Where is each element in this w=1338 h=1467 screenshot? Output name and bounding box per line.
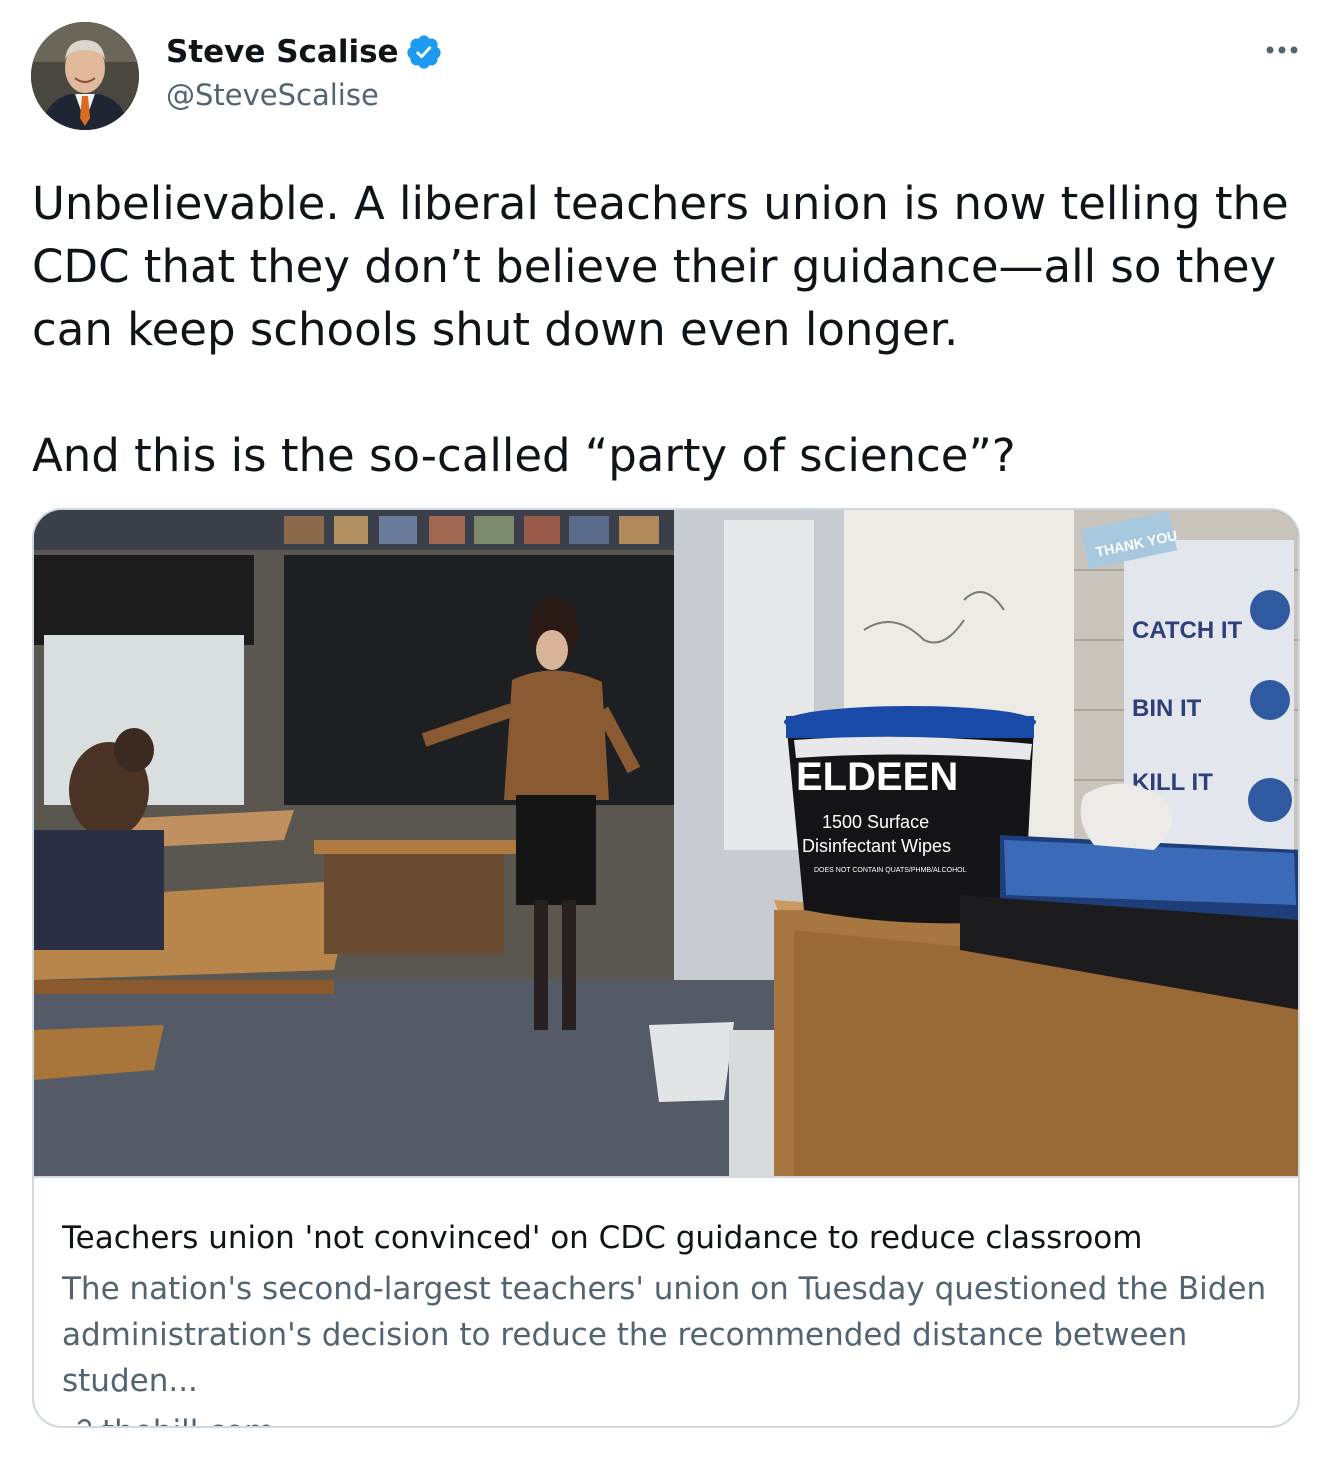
- bucket-text-2: Disinfectant Wipes: [802, 836, 951, 856]
- display-name[interactable]: Steve Scalise: [166, 34, 399, 70]
- handle[interactable]: @SteveScalise: [166, 78, 379, 112]
- link-card-domain-row: thehill.com: [62, 1410, 1274, 1426]
- link-icon: [77, 1418, 92, 1426]
- bucket-text-1: 1500 Surface: [822, 812, 929, 832]
- tweet: Steve Scalise @SteveScalise Unbelievable…: [0, 0, 1338, 1467]
- link-card-title[interactable]: Teachers union 'not convinced' on CDC gu…: [62, 1216, 1274, 1260]
- verified-badge-icon: [406, 35, 441, 69]
- poster-text-1: CATCH IT: [1132, 617, 1243, 644]
- profile-photo: [31, 22, 139, 130]
- more-options-button[interactable]: [1262, 30, 1302, 70]
- link-card-body[interactable]: Teachers union 'not convinced' on CDC gu…: [62, 1216, 1274, 1426]
- card-divider: [34, 1176, 1298, 1178]
- link-card-description: The nation's second-largest teachers' un…: [62, 1271, 1267, 1399]
- link-card[interactable]: CATCH IT BIN IT KILL IT THANK YOU ELDEEN…: [32, 508, 1300, 1428]
- tweet-text: Unbelievable. A liberal teachers union i…: [32, 177, 1289, 482]
- avatar[interactable]: [31, 22, 139, 130]
- link-card-domain: thehill.com: [102, 1410, 274, 1426]
- classroom-photo: CATCH IT BIN IT KILL IT THANK YOU ELDEEN…: [34, 510, 1298, 1176]
- bucket-brand-text: ELDEEN: [796, 755, 958, 799]
- link-card-image[interactable]: CATCH IT BIN IT KILL IT THANK YOU ELDEEN…: [34, 510, 1298, 1176]
- more-options-icon: [1266, 46, 1298, 54]
- bucket-text-3: DOES NOT CONTAIN QUATS/PHMB/ALCOHOL: [814, 867, 967, 874]
- author-name-row[interactable]: Steve Scalise: [166, 32, 443, 72]
- poster-text-2: BIN IT: [1132, 695, 1202, 722]
